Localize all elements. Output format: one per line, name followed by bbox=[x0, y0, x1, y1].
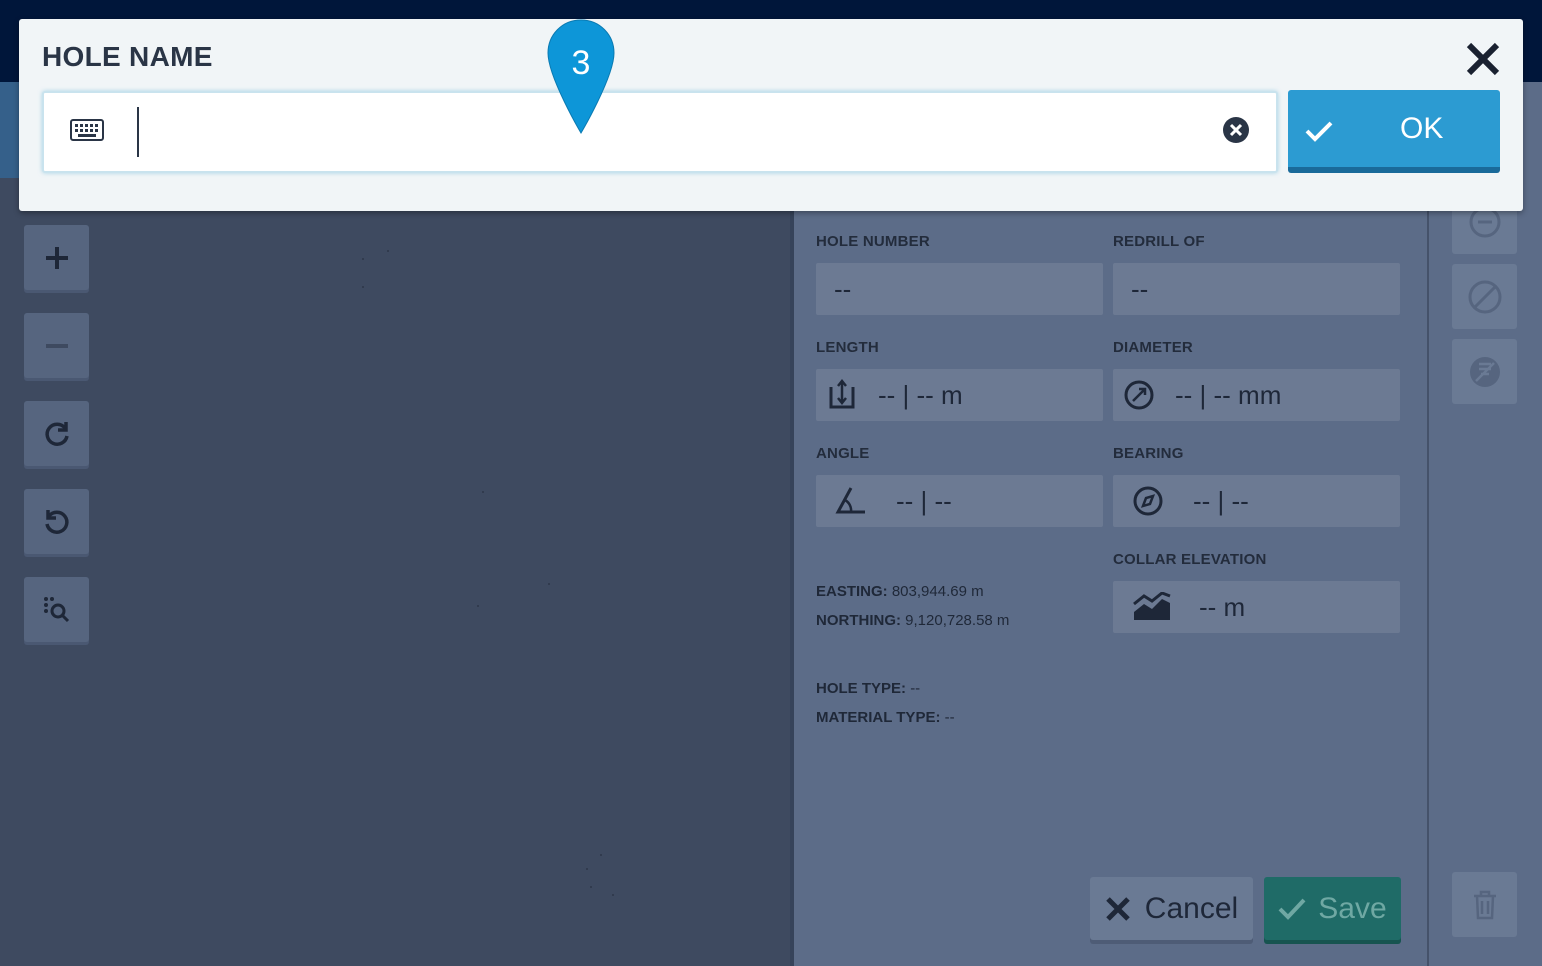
collar-elevation-label: COLLAR ELEVATION bbox=[1113, 551, 1267, 568]
angle-label: ANGLE bbox=[816, 445, 870, 462]
hole-number-value: -- bbox=[834, 273, 852, 304]
diameter-value: -- | -- mm bbox=[1175, 379, 1282, 410]
hole-type-label: HOLE TYPE: bbox=[816, 680, 907, 697]
collar-elevation-value: -- m bbox=[1199, 591, 1246, 622]
length-value: -- | -- m bbox=[878, 379, 963, 410]
redrill-value: -- bbox=[1131, 273, 1149, 304]
hole-name-dialog: HOLE NAME OK bbox=[19, 19, 1523, 211]
material-type-value: -- bbox=[944, 709, 955, 726]
close-icon[interactable] bbox=[1465, 41, 1501, 77]
hole-number-field[interactable]: -- bbox=[816, 263, 1103, 315]
northing-info: NORTHING: 9,120,728.58 m bbox=[816, 612, 1009, 629]
diameter-icon bbox=[1113, 379, 1165, 411]
cancel-button[interactable]: Cancel bbox=[1090, 877, 1253, 940]
length-icon bbox=[816, 379, 868, 411]
length-field[interactable]: -- | -- m bbox=[816, 369, 1103, 421]
zoom-in-button[interactable] bbox=[24, 225, 89, 290]
keyboard-icon[interactable] bbox=[70, 119, 104, 141]
hole-type-value: -- bbox=[910, 680, 921, 697]
rotate-cw-icon bbox=[44, 421, 69, 446]
length-label: LENGTH bbox=[816, 339, 879, 356]
delete-button[interactable] bbox=[1452, 872, 1517, 937]
save-button[interactable]: Save bbox=[1264, 877, 1401, 940]
zoom-to-points-icon bbox=[43, 596, 69, 622]
step-number: 3 bbox=[571, 44, 591, 82]
cancel-label: Cancel bbox=[1144, 891, 1239, 925]
redrill-field[interactable]: -- bbox=[1113, 263, 1400, 315]
hole-type-info: HOLE TYPE: -- bbox=[816, 680, 920, 697]
easting-info: EASTING: 803,944.69 m bbox=[816, 583, 984, 600]
angle-icon bbox=[816, 486, 886, 516]
rotate-counterclockwise-button[interactable] bbox=[24, 489, 89, 554]
angle-value: -- | -- bbox=[896, 485, 952, 516]
terrain-icon bbox=[1113, 592, 1191, 622]
rotate-ccw-icon bbox=[44, 509, 69, 534]
material-type-label: MATERIAL TYPE: bbox=[816, 709, 941, 726]
check-icon bbox=[1305, 121, 1333, 142]
minus-icon bbox=[45, 343, 68, 348]
northing-value: 9,120,728.58 m bbox=[905, 612, 1010, 629]
collar-elevation-field[interactable]: -- m bbox=[1113, 581, 1400, 633]
clear-input-icon[interactable] bbox=[1221, 115, 1251, 145]
hole-number-label: HOLE NUMBER bbox=[816, 233, 930, 250]
bearing-value: -- | -- bbox=[1193, 485, 1249, 516]
save-label: Save bbox=[1318, 891, 1387, 925]
diameter-label: DIAMETER bbox=[1113, 339, 1193, 356]
hole-name-field[interactable] bbox=[42, 91, 1278, 173]
angle-field[interactable]: -- | -- bbox=[816, 475, 1103, 527]
zoom-to-points-button[interactable] bbox=[24, 577, 89, 642]
hole-name-input[interactable] bbox=[144, 103, 1204, 161]
ban-icon bbox=[1468, 280, 1501, 313]
zoom-out-button[interactable] bbox=[24, 313, 89, 378]
disable-drill-button[interactable] bbox=[1452, 339, 1517, 404]
trash-icon bbox=[1473, 890, 1496, 919]
compass-icon bbox=[1113, 485, 1183, 517]
diameter-field[interactable]: -- | -- mm bbox=[1113, 369, 1400, 421]
close-icon bbox=[1106, 896, 1130, 921]
check-icon bbox=[1278, 898, 1306, 920]
easting-value: 803,944.69 m bbox=[891, 583, 984, 600]
material-type-info: MATERIAL TYPE: -- bbox=[816, 709, 955, 726]
map-canvas[interactable] bbox=[0, 178, 790, 966]
rotate-clockwise-button[interactable] bbox=[24, 401, 89, 466]
step-marker-pin: 3 bbox=[546, 18, 616, 136]
block-button[interactable] bbox=[1452, 264, 1517, 329]
ok-button[interactable]: OK bbox=[1288, 90, 1500, 173]
dialog-title: HOLE NAME bbox=[42, 41, 213, 72]
northing-label: NORTHING: bbox=[816, 612, 901, 629]
text-caret bbox=[137, 107, 139, 157]
ok-label: OK bbox=[1400, 112, 1444, 145]
drill-off-icon bbox=[1469, 356, 1500, 387]
bearing-field[interactable]: -- | -- bbox=[1113, 475, 1400, 527]
redrill-label: REDRILL OF bbox=[1113, 233, 1205, 250]
easting-label: EASTING: bbox=[816, 583, 888, 600]
plus-icon bbox=[45, 246, 68, 269]
bearing-label: BEARING bbox=[1113, 445, 1184, 462]
